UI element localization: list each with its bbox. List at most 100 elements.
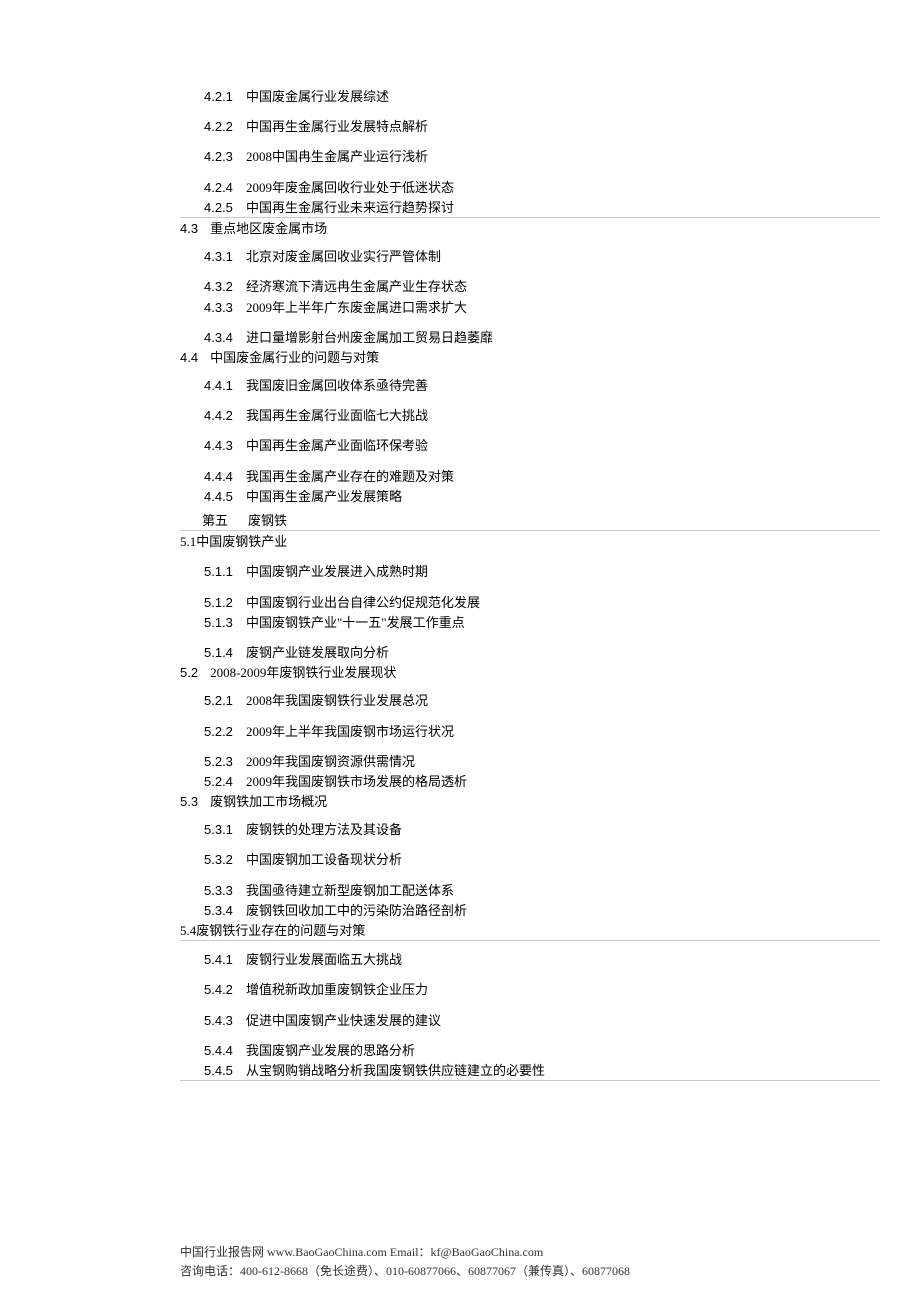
toc-title: 废钢铁回收加工中的污染防治路径剖析 (246, 902, 467, 920)
chapter-label: 第五 (202, 512, 228, 530)
toc-item: 5.4.5 从宝钢购销战略分析我国废钢铁供应链建立的必要性 (180, 1062, 880, 1081)
toc-title: 北京对废金属回收业实行严管体制 (246, 248, 441, 266)
toc-item: 4.4.5 中国再生金属产业发展策略 (180, 488, 880, 506)
toc-item: 5.2.1 2008年我国废钢铁行业发展总况 (180, 692, 880, 710)
toc-title: 增值税新政加重废钢铁企业压力 (246, 981, 428, 999)
toc-title: 中国再生金属行业未来运行趋势探讨 (246, 199, 454, 217)
toc-number: 4.2.3 (204, 148, 246, 166)
toc-number: 4.3.1 (204, 248, 246, 266)
toc-item: 4.2.4 2009年废金属回收行业处于低迷状态 (180, 179, 880, 197)
toc-number: 5.1.3 (204, 614, 246, 632)
toc-item: 4.3.1 北京对废金属回收业实行严管体制 (180, 248, 880, 266)
toc-item: 5.4.3 促进中国废钢产业快速发展的建议 (180, 1012, 880, 1030)
toc-title: 中国再生金属产业发展策略 (246, 488, 402, 506)
toc-title: 2009年上半年我国废钢市场运行状况 (246, 723, 454, 741)
toc-title: 中国再生金属行业发展特点解析 (246, 118, 428, 136)
toc-number: 4.4.5 (204, 488, 246, 506)
toc-title: 废钢铁的处理方法及其设备 (246, 821, 402, 839)
toc-item: 4.2.5 中国再生金属行业未来运行趋势探讨 (180, 199, 880, 218)
toc-title: 中国废钢铁产业"十一五"发展工作重点 (246, 614, 465, 632)
toc-title: 促进中国废钢产业快速发展的建议 (246, 1012, 441, 1030)
toc-number: 5.3.2 (204, 851, 246, 869)
toc-item: 4.4.1 我国废旧金属回收体系亟待完善 (180, 377, 880, 395)
toc-number: 5.4.5 (204, 1062, 246, 1080)
toc-number: 5.1.1 (204, 563, 246, 581)
toc-number: 5.1.4 (204, 644, 246, 662)
toc-item: 4.2.2 中国再生金属行业发展特点解析 (180, 118, 880, 136)
section-title: 废钢铁加工市场概况 (210, 793, 327, 811)
toc-title: 2009年我国废钢铁市场发展的格局透析 (246, 773, 467, 791)
footer-website: 中国行业报告网 www.BaoGaoChina.com Email：kf@Bao… (180, 1243, 740, 1262)
toc-item: 4.2.3 2008中国冉生金属产业运行浅析 (180, 148, 880, 166)
toc-number: 4.2.1 (204, 88, 246, 106)
toc-number: 4.3.3 (204, 299, 246, 317)
toc-title: 2009年上半年广东废金属进口需求扩大 (246, 299, 467, 317)
section-number: 5.2 (180, 664, 198, 682)
toc-item: 5.3.3 我国亟待建立新型废钢加工配送体系 (180, 882, 880, 900)
toc-number: 5.3.3 (204, 882, 246, 900)
toc-section: 4.4 中国废金属行业的问题与对策 (180, 349, 880, 367)
section-title: 重点地区废金属市场 (210, 220, 327, 238)
toc-item: 5.4.2 增值税新政加重废钢铁企业压力 (180, 981, 880, 999)
toc-title: 我国再生金属行业面临七大挑战 (246, 407, 428, 425)
toc-item: 5.2.2 2009年上半年我国废钢市场运行状况 (180, 723, 880, 741)
toc-item: 4.4.4 我国再生金属产业存在的难题及对策 (180, 468, 880, 486)
toc-section: 5.1中国废钢铁产业 (180, 533, 880, 551)
toc-number: 4.2.5 (204, 199, 246, 217)
toc-number: 4.2.4 (204, 179, 246, 197)
toc-number: 4.3.4 (204, 329, 246, 347)
toc-item: 5.1.3 中国废钢铁产业"十一五"发展工作重点 (180, 614, 880, 632)
toc-item: 5.1.2 中国废钢行业出台自律公约促规范化发展 (180, 594, 880, 612)
toc-title: 2008中国冉生金属产业运行浅析 (246, 148, 428, 166)
toc-number: 5.2.2 (204, 723, 246, 741)
toc-item: 4.3.3 2009年上半年广东废金属进口需求扩大 (180, 299, 880, 317)
toc-title: 2009年我国废钢资源供需情况 (246, 753, 415, 771)
chapter-title: 废钢铁 (248, 512, 287, 530)
toc-item: 4.3.2 经济寒流下清远冉生金属产业生存状态 (180, 278, 880, 296)
toc-number: 4.3.2 (204, 278, 246, 296)
chapter-heading: 第五 废钢铁 (180, 512, 880, 531)
toc-title: 中国再生金属产业面临环保考验 (246, 437, 428, 455)
section-title: 5.1中国废钢铁产业 (180, 533, 287, 551)
page-footer: 中国行业报告网 www.BaoGaoChina.com Email：kf@Bao… (180, 1243, 740, 1281)
toc-number: 5.4.3 (204, 1012, 246, 1030)
section-number: 4.3 (180, 220, 198, 238)
table-of-contents: 4.2.1 中国废金属行业发展综述 4.2.2 中国再生金属行业发展特点解析 4… (180, 88, 880, 1081)
toc-number: 4.4.3 (204, 437, 246, 455)
toc-section: 5.3 废钢铁加工市场概况 (180, 793, 880, 811)
toc-number: 5.4.4 (204, 1042, 246, 1060)
section-number: 5.3 (180, 793, 198, 811)
toc-title: 进口量增影射台州废金属加工贸易日趋萎靡 (246, 329, 493, 347)
toc-title: 中国废钢加工设备现状分析 (246, 851, 402, 869)
toc-title: 中国废钢行业出台自律公约促规范化发展 (246, 594, 480, 612)
toc-title: 我国再生金属产业存在的难题及对策 (246, 468, 454, 486)
toc-section: 5.4废钢铁行业存在的问题与对策 (180, 922, 880, 941)
toc-number: 5.3.1 (204, 821, 246, 839)
toc-title: 从宝钢购销战略分析我国废钢铁供应链建立的必要性 (246, 1062, 545, 1080)
section-title: 5.4废钢铁行业存在的问题与对策 (180, 922, 365, 940)
toc-number: 5.2.1 (204, 692, 246, 710)
section-number: 4.4 (180, 349, 198, 367)
toc-item: 5.3.2 中国废钢加工设备现状分析 (180, 851, 880, 869)
toc-item: 4.4.3 中国再生金属产业面临环保考验 (180, 437, 880, 455)
toc-title: 经济寒流下清远冉生金属产业生存状态 (246, 278, 467, 296)
toc-number: 4.4.4 (204, 468, 246, 486)
toc-title: 废钢行业发展面临五大挑战 (246, 951, 402, 969)
toc-number: 5.2.4 (204, 773, 246, 791)
toc-title: 2008年我国废钢铁行业发展总况 (246, 692, 428, 710)
toc-section: 4.3 重点地区废金属市场 (180, 220, 880, 238)
toc-item: 4.4.2 我国再生金属行业面临七大挑战 (180, 407, 880, 425)
section-title: 2008-2009年废钢铁行业发展现状 (210, 664, 396, 682)
toc-number: 4.4.2 (204, 407, 246, 425)
toc-number: 5.4.2 (204, 981, 246, 999)
toc-item: 5.1.1 中国废钢产业发展进入成熟时期 (180, 563, 880, 581)
toc-title: 废钢产业链发展取向分析 (246, 644, 389, 662)
toc-item: 5.2.4 2009年我国废钢铁市场发展的格局透析 (180, 773, 880, 791)
toc-item: 4.2.1 中国废金属行业发展综述 (180, 88, 880, 106)
toc-item: 5.1.4 废钢产业链发展取向分析 (180, 644, 880, 662)
toc-item: 5.4.1 废钢行业发展面临五大挑战 (180, 951, 880, 969)
footer-phone: 咨询电话：400-612-8668（免长途费）、010-60877066、608… (180, 1262, 740, 1281)
toc-number: 5.2.3 (204, 753, 246, 771)
toc-item: 5.2.3 2009年我国废钢资源供需情况 (180, 753, 880, 771)
toc-number: 5.3.4 (204, 902, 246, 920)
